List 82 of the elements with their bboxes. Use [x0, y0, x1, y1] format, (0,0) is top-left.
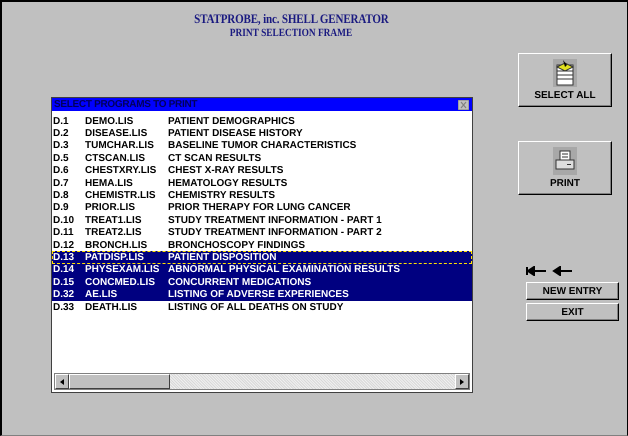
program-description: CONCURRENT MEDICATIONS [168, 276, 312, 288]
file-name: AE.LIS [85, 289, 118, 300]
list-row[interactable]: D.13 PATDISP.LIS PATIENT DISPOSITION [52, 251, 472, 264]
file-name: HEMA.LIS [85, 178, 134, 189]
file-name: CONCMED.LIS [85, 276, 156, 288]
program-code: D.15 [52, 276, 76, 288]
file-name: TREAT2.LIS [85, 227, 142, 238]
program-code: D.7 [52, 178, 70, 189]
program-code: D.32 [52, 289, 76, 300]
list-row[interactable]: D.1 DEMO.LIS PATIENT DEMOGRAPHICS [52, 115, 472, 128]
nav-button[interactable]: NEW ENTRY [526, 282, 619, 300]
file-name: CTSCAN.LIS [85, 152, 146, 164]
program-description: PATIENT DISPOSITION [168, 252, 277, 263]
program-code: D.33 [52, 302, 76, 313]
file-name: BRONCH.LIS [85, 240, 148, 251]
document-stack-icon [553, 59, 577, 87]
list-row[interactable]: D.15 CONCMED.LIS CONCURRENT MEDICATIONS [52, 276, 472, 288]
nav-button[interactable]: EXIT [526, 303, 619, 321]
program-description: PATIENT DEMOGRAPHICS [168, 116, 295, 127]
printer-icon [553, 147, 577, 175]
file-name: CHESTXRY.LIS [85, 165, 158, 176]
scroll-right-button[interactable] [455, 374, 469, 389]
program-description: ABNORMAL PHYSICAL EXAMINATION RESULTS [168, 264, 400, 276]
scroll-thumb[interactable] [69, 374, 170, 389]
list-row[interactable]: D.10 TREAT1.LIS STUDY TREATMENT INFORMATION - PART 1 [52, 214, 472, 227]
program-code: D.8 [52, 190, 70, 202]
program-code: D.6 [52, 165, 70, 176]
program-code: D.3 [52, 140, 70, 152]
program-description: LISTING OF ALL DEATHS ON STUDY [168, 302, 344, 313]
file-name: PHYSEXAM.LIS [85, 264, 160, 276]
first-arrow-icon[interactable] [526, 266, 548, 276]
file-name: CHEMISTR.LIS [85, 190, 157, 202]
program-description: CHEMISTRY RESULTS [168, 190, 276, 202]
list-row[interactable]: D.33 DEATH.LIS LISTING OF ALL DEATHS ON STUDY [52, 300, 472, 314]
close-icon[interactable] [458, 100, 469, 110]
left-arrow-icon [60, 378, 64, 384]
file-name: PRIOR.LIS [85, 202, 136, 214]
program-code: D.9 [52, 202, 70, 214]
file-name: PATDISP.LIS [85, 252, 145, 263]
list-row[interactable]: D.3 TUMCHAR.LIS BASELINE TUMOR CHARACTERISTICS [52, 140, 472, 152]
action-button[interactable]: PRINT [518, 141, 612, 195]
action-button[interactable]: SELECT ALL [518, 53, 612, 107]
file-name: TREAT1.LIS [85, 214, 142, 226]
back-arrow-icon[interactable] [552, 266, 574, 276]
window-title: SELECT PROGRAMS TO PRINT [54, 99, 198, 110]
app-title: STATPROBE, inc. SHELL GENERATOR [194, 11, 389, 27]
list-row[interactable]: D.8 CHEMISTR.LIS CHEMISTRY RESULTS [52, 189, 472, 202]
program-description: HEMATOLOGY RESULTS [168, 178, 288, 189]
program-description: CHEST X-RAY RESULTS [168, 165, 284, 176]
program-code: D.1 [52, 116, 70, 127]
program-description: LISTING OF ADVERSE EXPERIENCES [168, 289, 349, 300]
list-row[interactable]: D.11 TREAT2.LIS STUDY TREATMENT INFORMATION - PART 2 [52, 226, 472, 239]
list-row[interactable]: D.6 CHESTXRY.LIS CHEST X-RAY RESULTS [52, 164, 472, 177]
program-code: D.10 [52, 214, 76, 226]
list-row[interactable]: D.12 BRONCH.LIS BRONCHOSCOPY FINDINGS [52, 238, 472, 252]
program-description: BASELINE TUMOR CHARACTERISTICS [168, 140, 356, 152]
file-name: TUMCHAR.LIS [85, 140, 155, 152]
program-description: CT SCAN RESULTS [168, 152, 262, 164]
program-description: PATIENT DISEASE HISTORY [168, 128, 303, 140]
program-description: BRONCHOSCOPY FINDINGS [168, 240, 306, 251]
program-code: D.5 [52, 152, 70, 164]
program-description: PRIOR THERAPY FOR LUNG CANCER [168, 202, 351, 214]
scroll-left-button[interactable] [55, 374, 69, 389]
list-row[interactable]: D.9 PRIOR.LIS PRIOR THERAPY FOR LUNG CANCER [52, 202, 472, 214]
right-arrow-icon [460, 378, 464, 384]
file-name: DISEASE.LIS [85, 128, 148, 140]
list-row[interactable]: D.32 AE.LIS LISTING OF ADVERSE EXPERIENCES [52, 288, 472, 301]
program-code: D.13 [52, 252, 76, 263]
program-code: D.2 [52, 128, 70, 140]
program-code: D.11 [52, 227, 75, 238]
list-row[interactable]: D.5 CTSCAN.LIS CT SCAN RESULTS [52, 152, 472, 165]
list-row[interactable]: D.2 DISEASE.LIS PATIENT DISEASE HISTORY [52, 127, 472, 140]
program-description: STUDY TREATMENT INFORMATION - PART 1 [168, 214, 382, 226]
file-name: DEMO.LIS [85, 116, 134, 127]
program-code: D.14 [52, 264, 76, 276]
frame-subtitle: PRINT SELECTION FRAME [230, 27, 353, 39]
list-row[interactable]: D.7 HEMA.LIS HEMATOLOGY RESULTS [52, 176, 472, 190]
list-row[interactable]: D.14 PHYSEXAM.LIS ABNORMAL PHYSICAL EXAMINATION RESULTS [52, 264, 472, 276]
program-description: STUDY TREATMENT INFORMATION - PART 2 [168, 227, 382, 238]
horizontal-scrollbar[interactable] [54, 373, 470, 390]
program-code: D.12 [52, 240, 76, 251]
file-name: DEATH.LIS [85, 302, 138, 313]
